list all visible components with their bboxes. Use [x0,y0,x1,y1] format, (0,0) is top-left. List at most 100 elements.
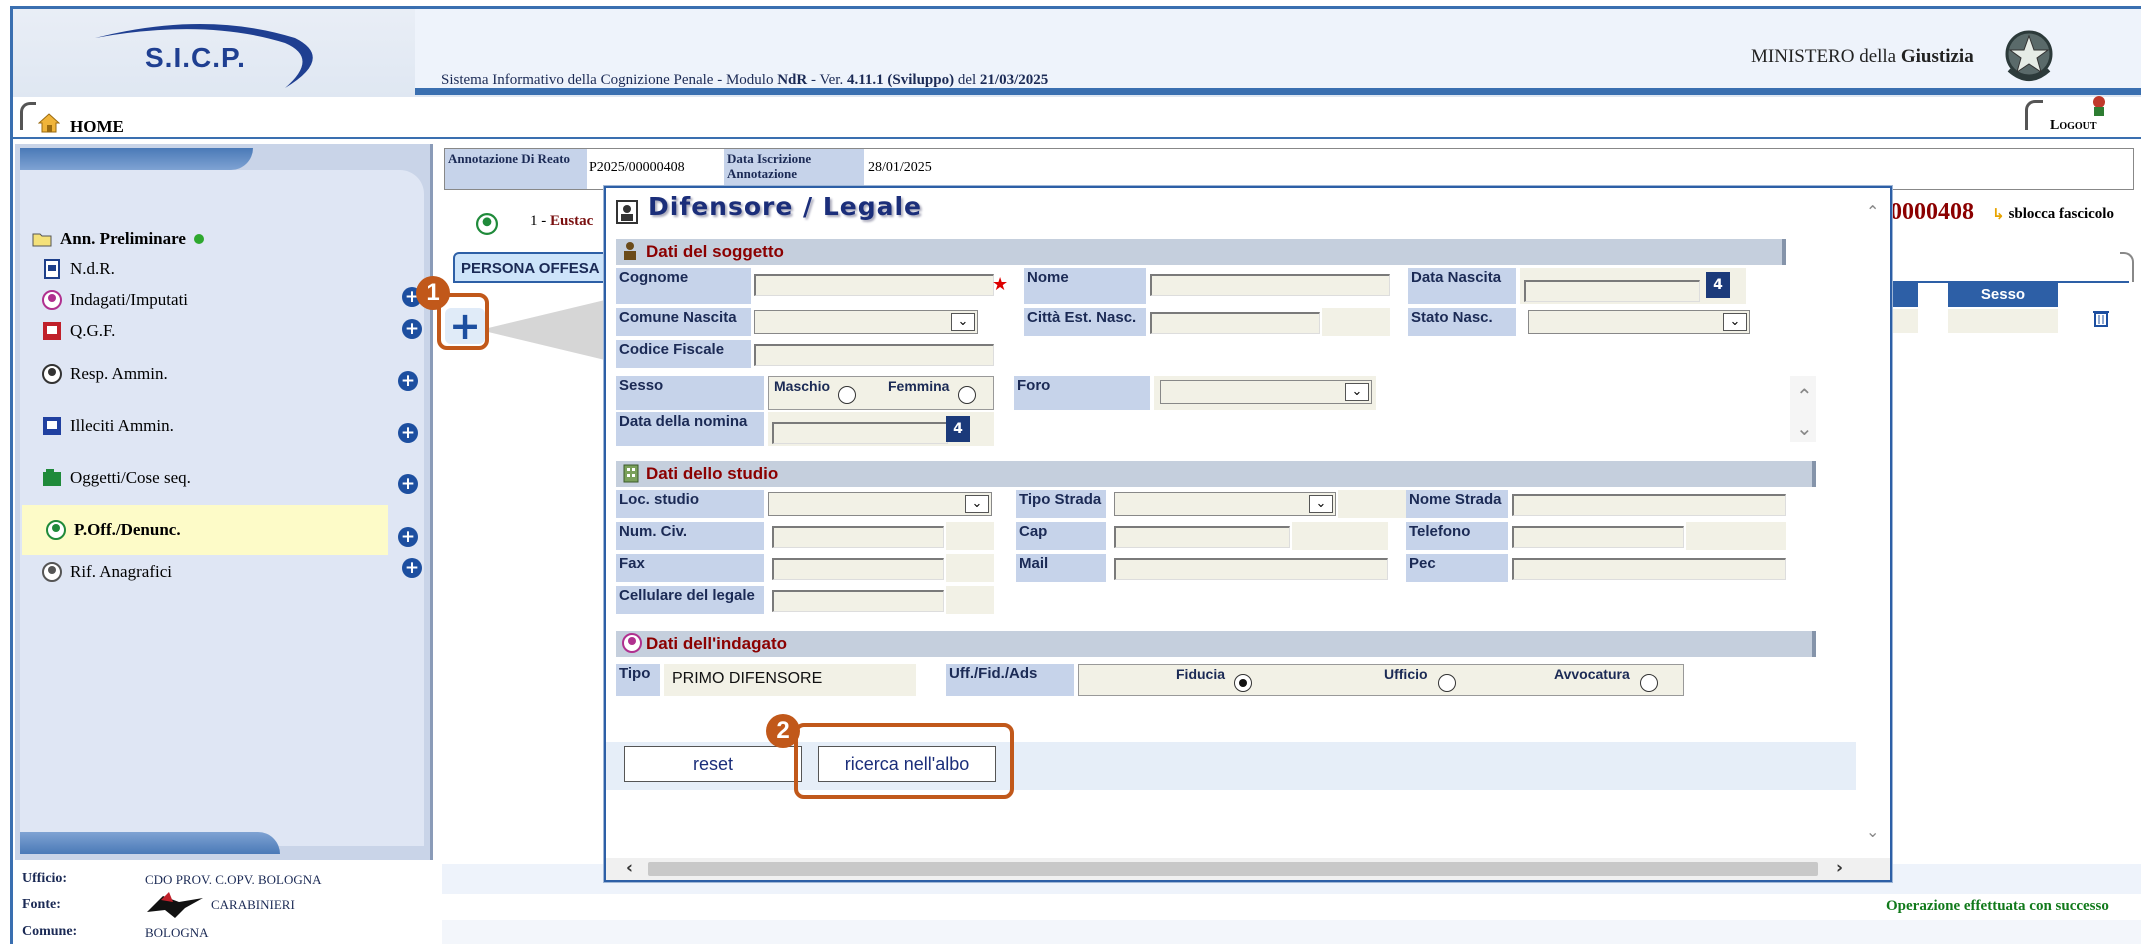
nome-input[interactable] [1150,274,1390,296]
citta-est-input[interactable] [1150,312,1320,334]
fiducia-radio[interactable] [1234,674,1252,692]
carabinieri-logo-icon [147,892,203,918]
callout-2-box [794,723,1014,799]
section-dati-studio: Dati dello studio [616,461,1816,487]
sidebar-item-poff-denunc[interactable]: P.Off./Denunc. [46,520,181,540]
sidebar-item-qgf[interactable]: Q.G.F. [42,321,115,341]
foro-select[interactable]: ⌄ [1160,380,1372,404]
box-green-icon [43,469,61,486]
chevron-down-icon: ⌄ [1723,313,1747,331]
num-civ-input[interactable] [772,526,944,548]
status-message: Operazione effettuata con successo [1886,898,2109,914]
nome-label: Nome [1024,268,1146,304]
register-icon [43,322,61,340]
trash-icon[interactable] [2092,309,2110,327]
home-icon[interactable] [38,112,60,134]
chevron-down-icon: ⌄ [1309,495,1333,513]
mail-label: Mail [1016,554,1106,582]
calendar-icon[interactable]: 4 [1706,272,1730,298]
sidebar-item-oggetti[interactable]: Oggetti/Cose seq. [42,468,191,488]
sidebar-item-ann-preliminare[interactable]: Ann. Preliminare [32,229,204,249]
tipo-label: Tipo [616,664,660,696]
nome-strada-input[interactable] [1512,494,1786,516]
codice-fiscale-label: Codice Fiscale [616,340,751,368]
codice-fiscale-input[interactable] [754,344,994,366]
logout-icon[interactable] [2088,94,2110,118]
fax-input[interactable] [772,558,944,580]
scroll-up-icon[interactable]: ⌃ [1866,202,1879,221]
sidebar-item-ndr[interactable]: N.d.R. [42,259,115,279]
scroll-down-icon[interactable]: ⌄ [1866,822,1879,841]
sidebar-item-label: P.Off./Denunc. [74,520,181,539]
person-brown-icon [624,242,636,260]
maschio-radio[interactable] [838,386,856,404]
add-oggetti-button[interactable]: + [398,474,418,494]
num-civ-label: Num. Civ. [616,522,764,550]
sesso-cell [1948,309,2058,333]
chevron-right-icon[interactable]: › [1836,858,1843,878]
avvocatura-radio[interactable] [1640,674,1658,692]
chevron-up-icon[interactable]: ⌃ [1796,384,1813,408]
sidebar-item-illeciti[interactable]: Illeciti Ammin. [42,416,174,436]
sidebar-item-resp-ammin[interactable]: Resp. Ammin. [42,364,168,384]
cognome-input[interactable] [754,274,994,296]
persona-row[interactable]: 1 - Eustac [530,213,593,230]
annotazione-label: Annotazione Di Reato [445,149,587,189]
chevron-left-icon[interactable]: ‹ [626,858,633,878]
republic-emblem-icon [2005,30,2053,81]
home-bar [13,97,2141,139]
logout-link[interactable]: Logout [2050,118,2097,134]
add-illeciti-button[interactable]: + [398,423,418,443]
required-star-icon: ★ [992,274,1009,295]
sidebar-item-label: Resp. Ammin. [70,364,168,383]
person-green-icon [46,520,66,540]
mail-input[interactable] [1114,558,1388,580]
reset-button[interactable]: reset [624,746,802,782]
callout-1-badge: 1 [416,276,450,310]
sblocca-label: sblocca fascicolo [2008,205,2114,222]
cap-cell [1292,522,1388,550]
add-resp-ammin-button[interactable]: + [398,371,418,391]
data-nomina-input[interactable] [772,422,948,444]
sblocca-fascicolo-link[interactable]: ↳ sblocca fascicolo [1992,205,2114,223]
stato-nasc-label: Stato Nasc. [1408,308,1516,336]
fax-cell [946,554,994,582]
section-title: Dati dell'indagato [646,634,787,653]
add-poff-button[interactable]: + [398,527,418,547]
person-icon [42,290,62,310]
sidebar-item-label: Rif. Anagrafici [70,562,172,581]
section-dati-indagato: Dati dell'indagato [616,631,1816,657]
scrollbar-thumb[interactable] [648,862,1818,876]
pec-label: Pec [1406,554,1508,582]
header-stripe [415,88,2141,95]
fonte-label: Fonte: [22,897,61,912]
nome-strada-label: Nome Strada [1406,490,1508,518]
ufficio-label: Ufficio [1384,666,1428,682]
sidebar-item-rif-anagrafici[interactable]: Rif. Anagrafici [42,562,172,582]
uff-fid-ads-label: Uff./Fid./Ads [946,664,1074,696]
tab-persona-offesa[interactable]: PERSONA OFFESA [453,252,610,282]
num-civ-cell [946,522,994,550]
tipo-strada-select[interactable]: ⌄ [1114,492,1336,516]
comune-nascita-select[interactable]: ⌄ [754,310,978,334]
calendar-icon[interactable]: 4 [946,416,970,442]
cellulare-input[interactable] [772,590,944,612]
building-icon [623,464,639,483]
pec-input[interactable] [1512,558,1786,580]
telefono-input[interactable] [1512,526,1684,548]
telefono-cell [1686,522,1786,550]
loc-studio-select[interactable]: ⌄ [768,492,992,516]
cellulare-cell [946,586,994,614]
comune-label: Comune: [22,924,78,939]
home-link[interactable]: HOME [70,117,124,137]
person-icon [622,633,642,653]
ufficio-radio[interactable] [1438,674,1456,692]
cap-input[interactable] [1114,526,1290,548]
data-nascita-input[interactable] [1524,280,1700,302]
sidebar-item-indagati[interactable]: Indagati/Imputati [42,290,188,310]
femmina-radio[interactable] [958,386,976,404]
add-qgf-button[interactable]: + [402,319,422,339]
stato-nasc-select[interactable]: ⌄ [1528,310,1750,334]
add-rif-anagrafici-button[interactable]: + [402,558,422,578]
chevron-down-icon[interactable]: ⌄ [1796,416,1813,440]
